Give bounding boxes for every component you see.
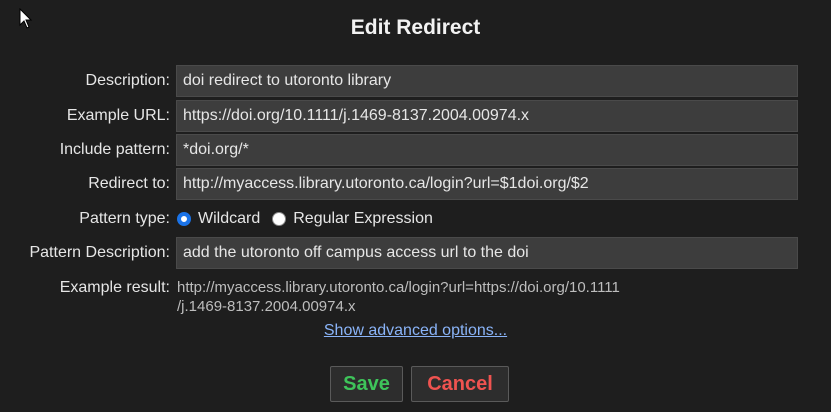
- include-pattern-row: Include pattern:: [0, 134, 831, 166]
- include-pattern-label: Include pattern:: [59, 141, 170, 158]
- dialog-title: Edit Redirect: [350, 16, 481, 39]
- show-advanced-options-text: Show advanced options...: [323, 322, 508, 339]
- example-result-label: Example result:: [59, 279, 170, 296]
- pattern-description-label: Pattern Description:: [29, 244, 170, 261]
- wildcard-radio-label: Wildcard: [198, 210, 261, 227]
- pattern-type-radio-group: Wildcard Regular Expression: [177, 203, 445, 235]
- pattern-description-input[interactable]: [176, 237, 798, 269]
- example-url-row: Example URL:: [0, 100, 831, 132]
- wildcard-radio[interactable]: [177, 212, 191, 226]
- regular-expression-radio[interactable]: [272, 212, 287, 226]
- description-row: Description:: [0, 65, 831, 97]
- save-button[interactable]: Save: [330, 366, 403, 402]
- cancel-button[interactable]: Cancel: [411, 366, 509, 402]
- example-result-line-2: /j.1469-8137.2004.00974.x: [177, 298, 356, 315]
- pattern-type-row: Pattern type: Wildcard Regular Expressio…: [0, 203, 831, 235]
- pattern-type-label: Pattern type:: [79, 210, 170, 227]
- redirect-to-input[interactable]: [176, 168, 798, 200]
- show-advanced-options-link[interactable]: Show advanced options...: [0, 322, 831, 340]
- pattern-type-wildcard-option[interactable]: Wildcard: [177, 210, 260, 228]
- description-input[interactable]: [176, 65, 798, 97]
- regular-expression-radio-label: Regular Expression: [293, 210, 433, 227]
- redirect-to-label: Redirect to:: [88, 175, 170, 192]
- dialog-buttons: Save Cancel: [330, 366, 509, 402]
- pattern-type-regex-option[interactable]: Regular Expression: [272, 210, 433, 228]
- edit-redirect-dialog: Edit Redirect Description: Example URL: …: [0, 0, 831, 412]
- redirect-to-row: Redirect to:: [0, 168, 831, 200]
- example-result-line-1: http://myaccess.library.utoronto.ca/logi…: [177, 279, 620, 296]
- pattern-description-row: Pattern Description:: [0, 237, 831, 269]
- include-pattern-input[interactable]: [176, 134, 798, 166]
- example-result-text: http://myaccess.library.utoronto.ca/logi…: [177, 278, 697, 316]
- example-url-label: Example URL:: [66, 107, 170, 124]
- example-url-input[interactable]: [176, 100, 798, 132]
- description-label: Description:: [85, 72, 170, 89]
